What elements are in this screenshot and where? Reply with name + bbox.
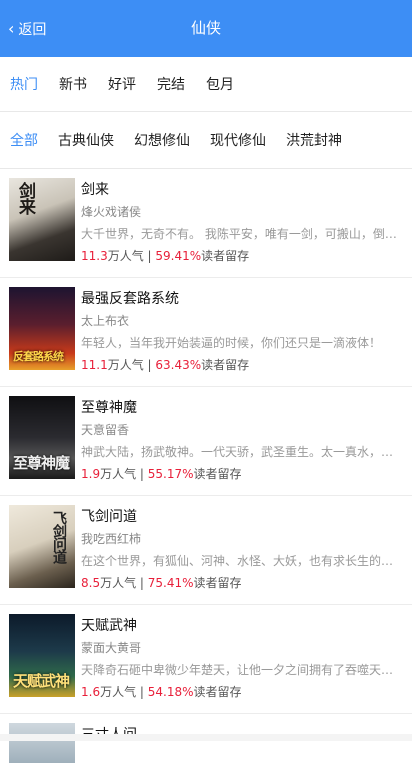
category-tabs: 全部 古典仙侠 幻想修仙 现代修仙 洪荒封神 [0, 112, 412, 169]
category-all[interactable]: 全部 [10, 130, 38, 150]
book-cover: 飞剑问道 [9, 505, 75, 588]
popularity-unit: 万人气 [107, 249, 144, 263]
popularity-unit: 万人气 [107, 358, 144, 372]
retention-unit: 读者留存 [201, 358, 250, 372]
book-stats: 1.6万人气 | 54.18%读者留存 [81, 685, 242, 699]
category-fantasy[interactable]: 幻想修仙 [134, 130, 190, 150]
book-title: 飞剑问道 [81, 509, 137, 525]
book-cover: 剑来 [9, 178, 75, 261]
book-stats: 1.9万人气 | 55.17%读者留存 [81, 467, 242, 481]
retention-unit: 读者留存 [193, 467, 242, 481]
retention-unit: 读者留存 [193, 576, 242, 590]
book-cover: 反套路系统 [9, 287, 75, 370]
popularity-value: 1.6 [81, 685, 101, 699]
book-item[interactable]: 天赋武神 天赋武神 蒙面大黄哥 天降奇石砸中卑微少年楚天，让他一夕之间拥有了吞噬… [0, 605, 412, 714]
retention-value: 59.41% [155, 249, 202, 263]
retention-value: 63.43% [155, 358, 202, 372]
tab-new[interactable]: 新书 [59, 74, 87, 94]
book-desc: 大千世界，无奇不有。 我陈平安，唯有一剑，可搬山，倒海，降妖，镇魔，敕神，摘星，… [81, 227, 404, 241]
book-stats: 11.3万人气 | 59.41%读者留存 [81, 249, 250, 263]
book-cover: 至尊神魔 [9, 396, 75, 479]
tab-monthly[interactable]: 包月 [206, 74, 234, 94]
cover-title: 天赋武神 [13, 672, 70, 690]
popularity-value: 11.3 [81, 249, 108, 263]
book-author: 我吃西红柿 [81, 532, 142, 546]
retention-unit: 读者留存 [193, 685, 242, 699]
retention-unit: 读者留存 [201, 249, 250, 263]
tab-finished[interactable]: 完结 [157, 74, 185, 94]
book-list: 剑来 剑来 烽火戏诸侯 大千世界，无奇不有。 我陈平安，唯有一剑，可搬山，倒海，… [0, 169, 412, 763]
book-cover [9, 723, 75, 763]
cover-title: 剑来 [15, 182, 35, 214]
book-item[interactable]: 至尊神魔 至尊神魔 天意留香 神武大陆，扬武敬神。一代天骄，武圣重生。太一真水，… [0, 387, 412, 496]
popularity-unit: 万人气 [100, 576, 137, 590]
popularity-value: 1.9 [81, 467, 101, 481]
book-item[interactable]: 飞剑问道 飞剑问道 我吃西红柿 在这个世界，有狐仙、河神、水怪、大妖，也有求长生… [0, 496, 412, 605]
book-author: 蒙面大黄哥 [81, 641, 142, 655]
cover-title: 飞剑问道 [51, 511, 67, 563]
cover-title: 至尊神魔 [13, 454, 70, 472]
book-title: 剑来 [81, 182, 109, 198]
page-title: 仙侠 [190, 19, 221, 37]
bottom-edge [0, 734, 412, 741]
book-item[interactable]: 反套路系统 最强反套路系统 太上布衣 年轻人，当年我开始装逼的时候，你们还只是一… [0, 278, 412, 387]
category-classic[interactable]: 古典仙侠 [58, 130, 114, 150]
retention-value: 54.18% [147, 685, 194, 699]
popularity-unit: 万人气 [100, 685, 137, 699]
book-desc: 神武大陆，扬武敬神。一代天骄，武圣重生。太一真水，炼神锻魔 [81, 445, 404, 459]
book-cover: 天赋武神 [9, 614, 75, 697]
retention-value: 55.17% [147, 467, 194, 481]
book-author: 太上布衣 [81, 314, 130, 328]
sort-tabs: 热门 新书 好评 完结 包月 [0, 57, 412, 112]
retention-value: 75.41% [147, 576, 194, 590]
popularity-value: 11.1 [81, 358, 108, 372]
back-label: 返回 [18, 21, 47, 38]
tab-hot[interactable]: 热门 [10, 74, 38, 94]
book-desc: 天降奇石砸中卑微少年楚天，让他一夕之间拥有了吞噬天地的能力 [81, 663, 404, 677]
chevron-left-icon: ‹ [8, 18, 15, 38]
book-title: 至尊神魔 [81, 400, 137, 416]
book-item[interactable]: 剑来 剑来 烽火戏诸侯 大千世界，无奇不有。 我陈平安，唯有一剑，可搬山，倒海，… [0, 169, 412, 278]
top-bar: ‹ 返回 仙侠 [0, 0, 412, 57]
category-modern[interactable]: 现代修仙 [210, 130, 266, 150]
category-primordial[interactable]: 洪荒封神 [286, 130, 342, 150]
book-stats: 11.1万人气 | 63.43%读者留存 [81, 358, 250, 372]
tab-rated[interactable]: 好评 [108, 74, 136, 94]
popularity-unit: 万人气 [100, 467, 137, 481]
back-button[interactable]: ‹ 返回 [8, 0, 46, 57]
book-author: 烽火戏诸侯 [81, 205, 142, 219]
popularity-value: 8.5 [81, 576, 101, 590]
book-author: 天意留香 [81, 423, 130, 437]
book-title: 最强反套路系统 [81, 291, 179, 307]
book-desc: 在这个世界，有狐仙、河神、水怪、大妖，也有求长生的修行者。 [81, 554, 404, 568]
cover-title: 反套路系统 [13, 350, 64, 363]
book-stats: 8.5万人气 | 75.41%读者留存 [81, 576, 242, 590]
book-desc: 年轻人，当年我开始装逼的时候，你们还只是一滴液体！ [81, 336, 382, 350]
book-title: 天赋武神 [81, 618, 137, 634]
